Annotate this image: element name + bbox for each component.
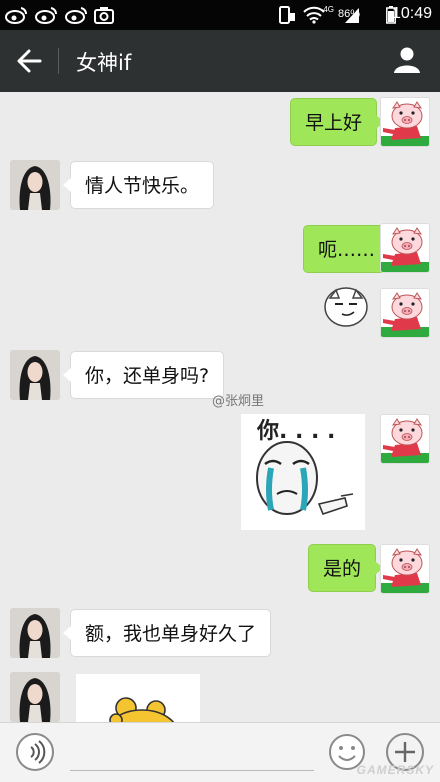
contact-avatar[interactable]	[10, 672, 60, 722]
girl-avatar-icon	[10, 350, 60, 400]
input-bar: GAMERSKY	[0, 722, 440, 782]
girl-avatar-icon	[10, 672, 60, 722]
my-avatar[interactable]	[380, 414, 430, 464]
header-divider	[58, 48, 59, 74]
message-bubble-mine[interactable]: 呃……	[303, 225, 398, 273]
message-text: 额，我也单身好久了	[85, 623, 257, 645]
message-bubble-theirs[interactable]: 额，我也单身好久了	[62, 609, 272, 657]
weibo-watermark: @张炯里	[212, 394, 265, 409]
person-icon	[394, 47, 420, 73]
message-bubble-theirs[interactable]: 你，还单身吗?	[62, 351, 225, 399]
profile-button[interactable]	[392, 45, 422, 75]
message-text: 情人节快乐。	[85, 175, 200, 197]
weibo-icon	[35, 7, 58, 24]
contact-avatar[interactable]	[10, 608, 60, 658]
message-text: 早上好	[305, 112, 363, 134]
weibo-icon	[5, 7, 28, 24]
girl-avatar-icon	[10, 160, 60, 210]
pig-avatar-icon	[381, 289, 430, 338]
my-avatar[interactable]	[380, 223, 430, 273]
clock: 10:49	[391, 5, 432, 22]
message-bubble-theirs[interactable]: 情人节快乐。	[62, 161, 215, 209]
sticker-message[interactable]: 你. . . .	[241, 414, 365, 530]
weibo-icon	[65, 7, 88, 24]
my-avatar[interactable]	[380, 544, 430, 594]
status-bar: 4G 86% 10:49	[0, 0, 440, 30]
message-text: 你，还单身吗?	[85, 365, 210, 387]
pig-avatar-icon	[381, 224, 430, 273]
message-input[interactable]	[70, 735, 314, 771]
gamersky-watermark: GAMERSKY	[356, 763, 434, 777]
my-avatar[interactable]	[380, 97, 430, 147]
sticker-caption: 你. . . .	[256, 419, 335, 444]
voice-icon	[30, 740, 46, 764]
girl-avatar-icon	[10, 608, 60, 658]
camera-icon	[94, 7, 114, 24]
sticker-message[interactable]	[76, 674, 200, 722]
contact-avatar[interactable]	[10, 160, 60, 210]
phone-vibrate-icon	[279, 6, 295, 24]
yellow-bear-sticker	[76, 674, 200, 722]
pig-avatar-icon	[381, 98, 430, 147]
arrow-left-icon	[17, 49, 42, 73]
my-avatar[interactable]	[380, 288, 430, 338]
pig-avatar-icon	[381, 545, 430, 594]
message-bubble-mine[interactable]: 早上好	[290, 98, 385, 146]
message-list[interactable]: 早上好 情人节快乐。 呃…… 你，还单身吗? @张炯里 你. . . . 是的 …	[0, 92, 440, 722]
contact-avatar[interactable]	[10, 350, 60, 400]
smirk-face-sticker	[324, 287, 368, 327]
battery-percent: 86%	[337, 8, 360, 20]
crying-face-sticker: 你. . . .	[241, 414, 365, 530]
message-text: 是的	[323, 558, 362, 580]
chat-title: 女神if	[76, 51, 132, 75]
network-type: 4G	[323, 5, 334, 14]
message-bubble-mine[interactable]: 是的	[308, 544, 384, 592]
voice-button[interactable]	[16, 733, 54, 771]
message-text: 呃……	[318, 239, 376, 261]
sticker-message[interactable]	[322, 284, 370, 330]
back-button[interactable]	[14, 46, 46, 76]
pig-avatar-icon	[381, 415, 430, 464]
chat-header: 女神if	[0, 30, 440, 92]
